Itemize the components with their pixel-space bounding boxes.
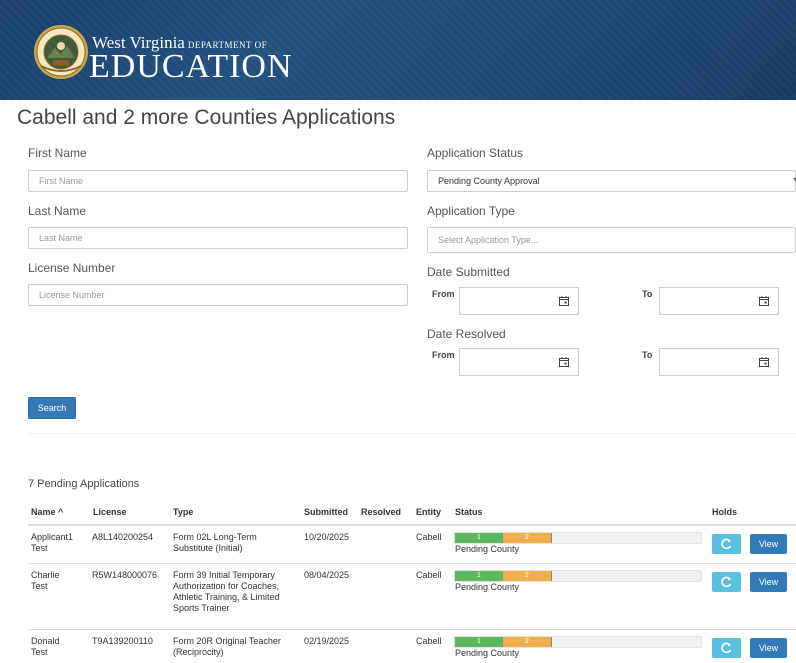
search-button[interactable]: Search bbox=[28, 397, 76, 419]
row-name: Donald Test bbox=[31, 636, 60, 657]
progress-step-1: 1 bbox=[455, 637, 503, 647]
row-name: Charlie Test bbox=[31, 570, 60, 591]
license-number-input[interactable]: License Number bbox=[28, 284, 408, 306]
table-row: Applicant1 Test A8L140200254 Form 02L Lon… bbox=[28, 525, 796, 564]
license-number-label: License Number bbox=[28, 261, 116, 275]
application-type-label: Application Type bbox=[427, 204, 515, 218]
column-header-entity[interactable]: Entity bbox=[416, 507, 441, 517]
first-name-input[interactable]: First Name bbox=[28, 170, 408, 192]
refresh-icon bbox=[721, 576, 732, 588]
refresh-button[interactable] bbox=[712, 638, 741, 658]
date-submitted-to-label: To bbox=[642, 289, 653, 299]
brand-education: EDUCATION bbox=[89, 48, 293, 85]
calendar-icon[interactable] bbox=[759, 296, 769, 306]
last-name-label: Last Name bbox=[28, 204, 87, 218]
row-license: A8L140200254 bbox=[92, 532, 154, 542]
refresh-button[interactable] bbox=[712, 572, 741, 592]
refresh-icon bbox=[721, 642, 732, 654]
refresh-icon bbox=[721, 538, 732, 550]
refresh-button[interactable] bbox=[712, 534, 741, 554]
table-row: Donald Test T9A139200110 Form 20R Origina… bbox=[28, 629, 796, 662]
row-type: Form 39 Initial Temporary Authorization f… bbox=[173, 570, 280, 613]
view-button[interactable]: View bbox=[750, 638, 787, 658]
row-submitted: 08/04/2025 bbox=[304, 570, 350, 580]
calendar-icon[interactable] bbox=[559, 357, 569, 367]
progress-step-2: 2 bbox=[503, 571, 552, 581]
date-resolved-to-label: To bbox=[642, 350, 653, 360]
calendar-icon[interactable] bbox=[559, 296, 569, 306]
column-header-status[interactable]: Status bbox=[455, 507, 483, 517]
row-entity: Cabell bbox=[416, 532, 442, 542]
table-row: Charlie Test R5W148000076 Form 39 Initial… bbox=[28, 563, 796, 630]
progress-step-2: 2 bbox=[503, 533, 552, 543]
row-submitted: 10/20/2025 bbox=[304, 532, 350, 542]
status-progress-bar: 1 2 bbox=[454, 636, 702, 648]
date-resolved-to-input[interactable] bbox=[659, 348, 779, 376]
site-banner: West Virginia DEPARTMENT OF EDUCATION bbox=[0, 0, 796, 100]
application-status-select[interactable]: Pending County Approval bbox=[427, 170, 796, 192]
application-status-label: Application Status bbox=[427, 146, 524, 160]
progress-step-1: 1 bbox=[455, 571, 503, 581]
column-header-holds: Holds bbox=[712, 507, 738, 517]
row-entity: Cabell bbox=[416, 570, 442, 580]
view-button[interactable]: View bbox=[750, 572, 787, 592]
date-submitted-from-label: From bbox=[432, 289, 455, 299]
column-header-type[interactable]: Type bbox=[173, 507, 193, 517]
row-license: R5W148000076 bbox=[92, 570, 158, 580]
row-status: Pending County bbox=[455, 544, 520, 554]
row-submitted: 02/19/2025 bbox=[304, 636, 350, 646]
date-submitted-label: Date Submitted bbox=[427, 265, 510, 279]
column-header-resolved[interactable]: Resolved bbox=[361, 507, 401, 517]
page-title: Cabell and 2 more Counties Applications bbox=[17, 106, 396, 129]
row-license: T9A139200110 bbox=[92, 636, 153, 646]
row-type: Form 20R Original Teacher (Reciprocity) bbox=[173, 636, 281, 657]
row-status: Pending County bbox=[455, 648, 520, 658]
application-status-value: Pending County Approval bbox=[438, 176, 540, 186]
date-resolved-from-label: From bbox=[432, 350, 455, 360]
row-status: Pending County bbox=[455, 582, 520, 592]
row-entity: Cabell bbox=[416, 636, 442, 646]
date-resolved-label: Date Resolved bbox=[427, 327, 506, 341]
date-submitted-to-input[interactable] bbox=[659, 287, 779, 315]
first-name-label: First Name bbox=[28, 146, 87, 160]
results-count: 7 Pending Applications bbox=[28, 478, 140, 490]
row-name: Applicant1 Test bbox=[31, 532, 74, 553]
state-seal-icon bbox=[34, 25, 88, 79]
last-name-input[interactable]: Last Name bbox=[28, 227, 408, 249]
view-button[interactable]: View bbox=[750, 534, 787, 554]
date-resolved-from-input[interactable] bbox=[459, 348, 579, 376]
progress-step-1: 1 bbox=[455, 533, 503, 543]
calendar-icon[interactable] bbox=[759, 357, 769, 367]
row-type: Form 02L Long-Term Substitute (Initial) bbox=[173, 532, 257, 553]
date-submitted-from-input[interactable] bbox=[459, 287, 579, 315]
status-progress-bar: 1 2 bbox=[454, 532, 702, 544]
column-header-license[interactable]: License bbox=[93, 507, 127, 517]
column-header-name[interactable]: Name ^ bbox=[31, 507, 63, 517]
progress-step-2: 2 bbox=[503, 637, 552, 647]
column-header-submitted[interactable]: Submitted bbox=[304, 507, 348, 517]
section-divider bbox=[28, 433, 796, 434]
application-type-select[interactable]: Select Application Type... bbox=[427, 227, 796, 253]
status-progress-bar: 1 2 bbox=[454, 570, 702, 582]
